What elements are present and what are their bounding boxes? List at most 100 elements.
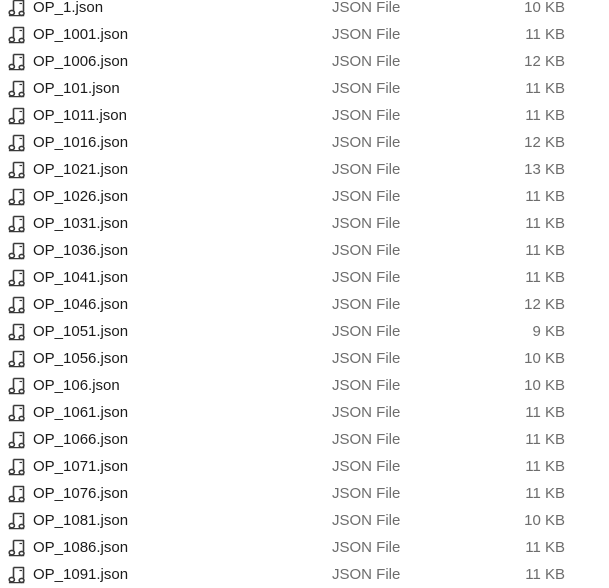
file-type: JSON File	[332, 188, 401, 205]
file-type: JSON File	[332, 566, 401, 583]
file-row[interactable]: OP_1.json JSON File 10 KB	[0, 0, 609, 21]
file-type: JSON File	[332, 512, 401, 529]
file-size: 11 KB	[525, 539, 565, 556]
file-type: JSON File	[332, 242, 401, 259]
file-size: 11 KB	[525, 188, 565, 205]
file-type: JSON File	[332, 323, 401, 340]
file-size: 11 KB	[525, 458, 565, 475]
file-name: OP_1071.json	[33, 458, 129, 475]
json-file-icon	[8, 458, 26, 476]
file-size: 11 KB	[525, 26, 565, 43]
json-file-icon	[8, 485, 26, 503]
file-name: OP_1.json	[33, 0, 104, 16]
file-type: JSON File	[332, 215, 401, 232]
json-file-icon	[8, 566, 26, 584]
file-size: 11 KB	[525, 431, 565, 448]
file-row[interactable]: OP_1036.json JSON File 11 KB	[0, 237, 609, 264]
file-type: JSON File	[332, 134, 401, 151]
file-size: 11 KB	[525, 485, 565, 502]
json-file-icon	[8, 26, 26, 44]
file-name: OP_1001.json	[33, 26, 129, 43]
file-row[interactable]: OP_1081.json JSON File 10 KB	[0, 507, 609, 534]
json-file-icon	[8, 188, 26, 206]
file-name: OP_1086.json	[33, 539, 129, 556]
file-row[interactable]: OP_101.json JSON File 11 KB	[0, 75, 609, 102]
file-size: 13 KB	[524, 161, 565, 178]
file-list: OP_1.json JSON File 10 KB OP_1001.json J…	[0, 0, 609, 588]
file-size: 11 KB	[525, 80, 565, 97]
file-row[interactable]: OP_1066.json JSON File 11 KB	[0, 426, 609, 453]
json-file-icon	[8, 377, 26, 395]
file-name: OP_1036.json	[33, 242, 129, 259]
file-name: OP_1076.json	[33, 485, 129, 502]
file-type: JSON File	[332, 269, 401, 286]
file-row[interactable]: OP_1026.json JSON File 11 KB	[0, 183, 609, 210]
file-row[interactable]: OP_1041.json JSON File 11 KB	[0, 264, 609, 291]
file-size: 11 KB	[525, 242, 565, 259]
json-file-icon	[8, 134, 26, 152]
file-size: 12 KB	[524, 134, 565, 151]
file-row[interactable]: OP_1091.json JSON File 11 KB	[0, 561, 609, 588]
file-row[interactable]: OP_1076.json JSON File 11 KB	[0, 480, 609, 507]
file-row[interactable]: OP_106.json JSON File 10 KB	[0, 372, 609, 399]
json-file-icon	[8, 539, 26, 557]
json-file-icon	[8, 323, 26, 341]
file-size: 11 KB	[525, 269, 565, 286]
file-size: 11 KB	[525, 107, 565, 124]
json-file-icon	[8, 0, 26, 17]
file-size: 9 KB	[532, 323, 565, 340]
file-name: OP_1046.json	[33, 296, 129, 313]
file-name: OP_1006.json	[33, 53, 129, 70]
json-file-icon	[8, 431, 26, 449]
file-name: OP_1041.json	[33, 269, 129, 286]
file-row[interactable]: OP_1046.json JSON File 12 KB	[0, 291, 609, 318]
file-type: JSON File	[332, 296, 401, 313]
file-size: 12 KB	[524, 53, 565, 70]
json-file-icon	[8, 107, 26, 125]
file-type: JSON File	[332, 485, 401, 502]
file-name: OP_1026.json	[33, 188, 129, 205]
file-name: OP_1031.json	[33, 215, 129, 232]
file-type: JSON File	[332, 53, 401, 70]
json-file-icon	[8, 161, 26, 179]
file-size: 10 KB	[524, 377, 565, 394]
json-file-icon	[8, 215, 26, 233]
file-size: 10 KB	[524, 512, 565, 529]
file-row[interactable]: OP_1051.json JSON File 9 KB	[0, 318, 609, 345]
file-size: 11 KB	[525, 404, 565, 421]
file-row[interactable]: OP_1056.json JSON File 10 KB	[0, 345, 609, 372]
file-type: JSON File	[332, 107, 401, 124]
file-row[interactable]: OP_1071.json JSON File 11 KB	[0, 453, 609, 480]
file-type: JSON File	[332, 458, 401, 475]
json-file-icon	[8, 512, 26, 530]
file-size: 11 KB	[525, 566, 565, 583]
file-row[interactable]: OP_1031.json JSON File 11 KB	[0, 210, 609, 237]
file-size: 10 KB	[524, 350, 565, 367]
file-type: JSON File	[332, 350, 401, 367]
json-file-icon	[8, 242, 26, 260]
file-row[interactable]: OP_1011.json JSON File 11 KB	[0, 102, 609, 129]
json-file-icon	[8, 404, 26, 422]
file-type: JSON File	[332, 161, 401, 178]
file-name: OP_1011.json	[33, 107, 127, 124]
file-row[interactable]: OP_1021.json JSON File 13 KB	[0, 156, 609, 183]
json-file-icon	[8, 350, 26, 368]
file-name: OP_1061.json	[33, 404, 129, 421]
file-size: 11 KB	[525, 215, 565, 232]
file-name: OP_1021.json	[33, 161, 129, 178]
file-row[interactable]: OP_1061.json JSON File 11 KB	[0, 399, 609, 426]
json-file-icon	[8, 269, 26, 287]
file-row[interactable]: OP_1016.json JSON File 12 KB	[0, 129, 609, 156]
file-row[interactable]: OP_1086.json JSON File 11 KB	[0, 534, 609, 561]
file-name: OP_1081.json	[33, 512, 129, 529]
json-file-icon	[8, 296, 26, 314]
json-file-icon	[8, 53, 26, 71]
file-name: OP_1066.json	[33, 431, 129, 448]
file-type: JSON File	[332, 80, 401, 97]
file-row[interactable]: OP_1001.json JSON File 11 KB	[0, 21, 609, 48]
file-name: OP_106.json	[33, 377, 120, 394]
file-row[interactable]: OP_1006.json JSON File 12 KB	[0, 48, 609, 75]
file-name: OP_101.json	[33, 80, 120, 97]
json-file-icon	[8, 80, 26, 98]
file-name: OP_1091.json	[33, 566, 129, 583]
